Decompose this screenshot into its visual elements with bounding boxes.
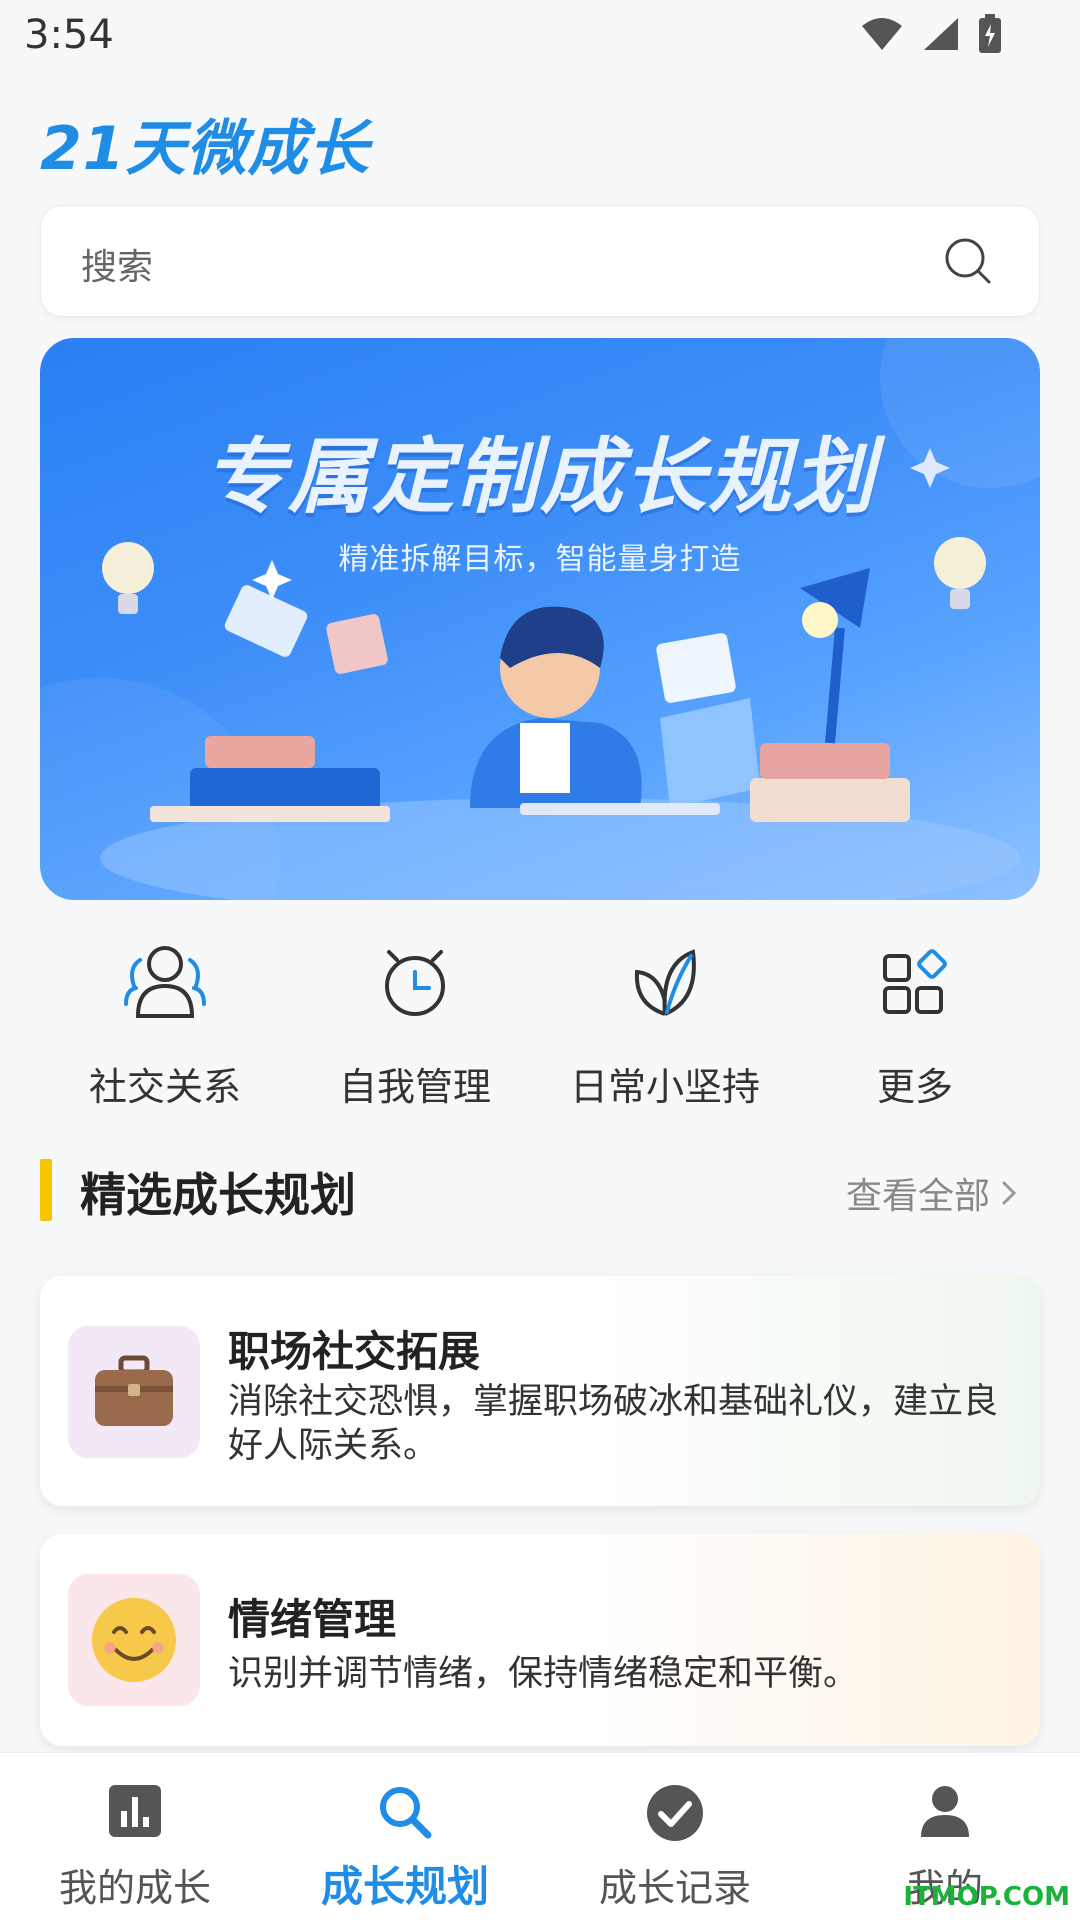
section-header: 精选成长规划 查看全部 (40, 1155, 1040, 1222)
tab-growth-record[interactable]: 成长记录 (540, 1753, 810, 1921)
tab-label: 成长记录 (598, 1866, 751, 1910)
signal-icon (924, 18, 958, 50)
wifi-icon (862, 18, 902, 50)
category-label: 自我管理 (338, 1065, 491, 1109)
tab-my-growth[interactable]: 我的成长 (0, 1753, 270, 1921)
leaf-icon (634, 949, 696, 1016)
banner-subtitle: 精准拆解目标，智能量身打造 (338, 542, 742, 577)
grid-icon (883, 949, 947, 1014)
category-daily-habit[interactable]: 日常小坚持 (540, 942, 790, 1111)
plan-thumbnail (68, 1326, 200, 1458)
category-label: 更多 (876, 1065, 953, 1109)
category-more[interactable]: 更多 (790, 942, 1040, 1111)
search-icon[interactable] (943, 236, 995, 288)
bar-chart-icon (109, 1785, 161, 1837)
view-all-link[interactable]: 查看全部 (846, 1167, 1020, 1219)
plan-title: 情绪管理 (228, 1595, 397, 1644)
status-time: 3:54 (24, 12, 114, 58)
category-label: 社交关系 (88, 1065, 241, 1109)
view-all-label: 查看全部 (845, 1176, 990, 1217)
category-row: 社交关系 自我管理 日常小坚持 更多 (0, 942, 1080, 1122)
alarm-clock-icon (385, 950, 445, 1016)
category-self-management[interactable]: 自我管理 (290, 942, 540, 1111)
plan-description: 识别并调节情绪，保持情绪稳定和平衡。 (228, 1654, 859, 1694)
person-icon (921, 1786, 969, 1837)
tab-label: 我的成长 (58, 1866, 211, 1910)
category-social[interactable]: 社交关系 (40, 942, 290, 1111)
plan-description: 消除社交恐惧，掌握职场破冰和基础礼仪，建立良好人际关系。 (228, 1382, 999, 1466)
plan-thumbnail (68, 1574, 200, 1706)
people-icon (124, 946, 206, 1018)
section-accent-bar (40, 1159, 52, 1221)
watermark: ITMOP.COM (903, 1882, 1070, 1912)
search-icon (380, 1787, 432, 1839)
battery-icon (979, 14, 1001, 53)
tab-label: 成长规划 (320, 1862, 489, 1911)
briefcase-icon (95, 1355, 173, 1426)
search-placeholder: 搜索 (81, 247, 154, 288)
search-bar[interactable]: 搜索 (40, 205, 1040, 317)
promo-banner[interactable]: 专属定制成长规划 精准拆解目标，智能量身打造 (40, 338, 1040, 900)
status-icons (860, 14, 1002, 54)
tab-growth-plan[interactable]: 成长规划 (270, 1753, 540, 1921)
app-title: 21天微成长 (40, 114, 370, 184)
smiley-icon (92, 1598, 176, 1682)
category-label: 日常小坚持 (569, 1065, 760, 1109)
plan-title: 职场社交拓展 (228, 1327, 481, 1376)
plan-card[interactable]: 情绪管理 识别并调节情绪，保持情绪稳定和平衡。 (40, 1534, 1040, 1746)
chevron-right-icon (1002, 1181, 1017, 1205)
status-bar: 3:54 (0, 0, 1080, 76)
banner-title: 专属定制成长规划 (204, 430, 876, 525)
section-title: 精选成长规划 (80, 1168, 356, 1222)
plan-card[interactable]: 职场社交拓展 消除社交恐惧，掌握职场破冰和基础礼仪，建立良好人际关系。 (40, 1276, 1040, 1506)
check-circle-icon (647, 1785, 703, 1841)
